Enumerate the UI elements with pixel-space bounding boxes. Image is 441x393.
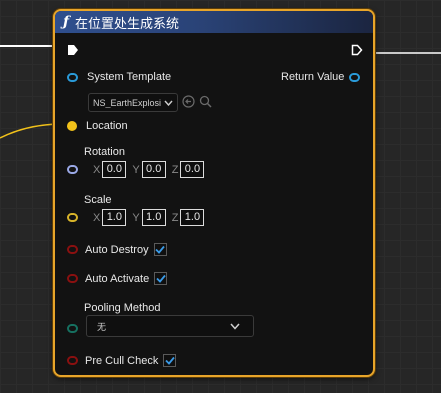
pooling-method-dropdown[interactable]: 无 [86, 315, 254, 337]
auto-activate-checkbox[interactable] [154, 272, 168, 285]
rotation-y-axis-label: Y [132, 163, 140, 176]
system-template-label: System Template [87, 71, 172, 83]
node-header[interactable]: ƒ 在位置处生成系统 [55, 11, 373, 33]
browse-asset-search-icon[interactable] [199, 95, 212, 108]
checkmark-icon [156, 274, 166, 283]
scale-label-row: Scale [84, 194, 112, 206]
scale-y-field[interactable]: 1.0 [141, 209, 166, 226]
scale-x-axis-label: X [93, 211, 101, 224]
auto-activate-label: Auto Activate [85, 272, 150, 285]
rotation-label: Rotation [84, 146, 125, 158]
checkmark-icon [165, 356, 175, 365]
scale-label: Scale [84, 194, 112, 206]
exec-pin-out-icon [351, 44, 363, 56]
rotation-pin[interactable] [67, 165, 78, 174]
auto-activate-row: Auto Activate [67, 272, 168, 285]
pooling-method-pin[interactable] [67, 324, 78, 333]
pooling-method-value: 无 [97, 321, 107, 332]
rotation-row: X 0.0 Y 0.0 Z 0.0 [67, 161, 205, 178]
auto-activate-pin[interactable] [67, 274, 78, 283]
scale-pin[interactable] [67, 213, 78, 222]
checkmark-icon [155, 245, 165, 254]
chevron-down-icon [164, 100, 173, 106]
return-value-label: Return Value [281, 71, 345, 83]
rotation-z-field[interactable]: 0.0 [180, 161, 205, 178]
system-template-pin[interactable] [67, 72, 78, 82]
pre-cull-check-pin[interactable] [67, 356, 78, 365]
exec-in-pin[interactable] [67, 43, 79, 61]
exec-pin-in-icon [68, 45, 78, 55]
node-body: System Template NS_EarthExplosi Return V… [55, 33, 373, 375]
location-pin[interactable] [67, 121, 77, 131]
exec-out-pin[interactable] [351, 43, 363, 61]
spawn-system-at-location-node[interactable]: ƒ 在位置处生成系统 System Template NS_EarthExplo… [53, 9, 375, 377]
rotation-label-row: Rotation [84, 146, 125, 158]
scale-y-axis-label: Y [132, 211, 140, 224]
pooling-method-label: Pooling Method [84, 302, 161, 314]
system-template-row: System Template [67, 71, 171, 83]
rotation-y-field[interactable]: 0.0 [141, 161, 166, 178]
auto-destroy-label: Auto Destroy [85, 243, 149, 256]
rotation-x-field[interactable]: 0.0 [102, 161, 127, 178]
node-title: 在位置处生成系统 [75, 15, 180, 31]
use-selected-asset-icon[interactable] [182, 95, 195, 108]
scale-x-field[interactable]: 1.0 [102, 209, 127, 226]
pre-cull-check-checkbox[interactable] [163, 354, 177, 367]
rotation-z-axis-label: Z [171, 163, 179, 176]
location-label: Location [86, 120, 128, 132]
system-template-value: NS_EarthExplosi [93, 97, 162, 108]
scale-z-field[interactable]: 1.0 [180, 209, 205, 226]
pooling-method-label-row: Pooling Method [84, 302, 160, 314]
system-template-asset-picker[interactable]: NS_EarthExplosi [88, 93, 178, 112]
pre-cull-check-row: Pre Cull Check [67, 354, 177, 367]
pre-cull-check-label: Pre Cull Check [85, 354, 159, 367]
return-value-row: Return Value [281, 71, 361, 83]
location-row: Location [67, 120, 128, 132]
auto-destroy-row: Auto Destroy [67, 243, 167, 256]
chevron-down-icon [230, 323, 240, 330]
auto-destroy-pin[interactable] [67, 245, 78, 254]
function-icon: ƒ [63, 14, 70, 30]
return-value-pin[interactable] [349, 72, 361, 82]
scale-row: X 1.0 Y 1.0 Z 1.0 [67, 209, 205, 226]
scale-z-axis-label: Z [171, 211, 179, 224]
rotation-x-axis-label: X [93, 163, 101, 176]
auto-destroy-checkbox[interactable] [153, 243, 167, 256]
